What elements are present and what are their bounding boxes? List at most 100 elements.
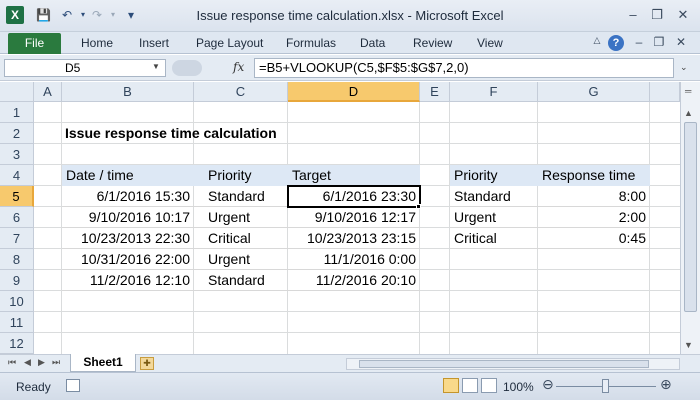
column-header-c[interactable]: C xyxy=(194,82,288,102)
table-row-divider xyxy=(450,248,650,249)
name-box[interactable]: D5 xyxy=(4,59,166,77)
restore-button[interactable]: ❐ xyxy=(648,6,666,24)
row-header-9[interactable]: 9 xyxy=(0,270,34,291)
tab-home[interactable]: Home xyxy=(81,36,113,50)
lookup-cell-priority[interactable]: Critical xyxy=(450,228,538,249)
tab-file[interactable]: File xyxy=(8,33,61,54)
zoom-out-icon[interactable]: ⊖ xyxy=(542,376,554,393)
split-handle-icon[interactable]: ═ xyxy=(685,86,691,96)
table-row-divider xyxy=(62,290,420,291)
status-text: Ready xyxy=(16,380,51,394)
row-header-3[interactable]: 3 xyxy=(0,144,34,165)
horizontal-scroll-thumb[interactable] xyxy=(359,360,649,368)
lookup-cell-response-time[interactable]: 2:00 xyxy=(538,207,650,228)
table-cell-date[interactable]: 6/1/2016 15:30 xyxy=(62,186,194,207)
column-header-f[interactable]: F xyxy=(450,82,538,102)
row-header-11[interactable]: 11 xyxy=(0,312,34,333)
sheet-tab-sheet1[interactable]: Sheet1 xyxy=(70,354,136,372)
worksheet-grid[interactable]: A B C D E F G 1 2 3 4 5 6 7 8 9 10 11 12… xyxy=(0,82,680,354)
minimize-ribbon-icon[interactable]: △ xyxy=(590,35,604,46)
prev-sheet-icon[interactable]: ◀ xyxy=(24,357,31,368)
zoom-in-icon[interactable]: ⊕ xyxy=(660,376,672,393)
row-header-8[interactable]: 8 xyxy=(0,249,34,270)
workbook-restore-button[interactable]: ❐ xyxy=(652,35,666,49)
table-cell-date[interactable]: 11/2/2016 12:10 xyxy=(62,270,194,291)
column-header-a[interactable]: A xyxy=(34,82,62,102)
row-header-7[interactable]: 7 xyxy=(0,228,34,249)
close-button[interactable]: ✕ xyxy=(674,6,692,24)
table-row-divider xyxy=(450,227,650,228)
lookup-cell-response-time[interactable]: 8:00 xyxy=(538,186,650,207)
table-cell-date[interactable]: 10/31/2016 22:00 xyxy=(62,249,194,270)
formula-bar-handle[interactable] xyxy=(172,60,202,76)
table-cell-priority[interactable]: Urgent xyxy=(194,249,288,270)
row-header-1[interactable]: 1 xyxy=(0,102,34,123)
lookup-header-response-time[interactable]: Response time xyxy=(538,165,650,186)
vertical-scrollbar[interactable]: ═ ▲ ▼ xyxy=(680,82,700,354)
table-cell-priority[interactable]: Standard xyxy=(194,270,288,291)
horizontal-scrollbar[interactable] xyxy=(346,358,680,370)
row-header-4[interactable]: 4 xyxy=(0,165,34,186)
active-cell-d5[interactable] xyxy=(287,185,421,208)
status-bar: Ready 100% ⊖ ⊕ xyxy=(0,372,700,400)
name-box-dropdown-icon[interactable]: ▼ xyxy=(152,62,160,71)
workbook-minimize-button[interactable]: – xyxy=(632,35,646,49)
next-sheet-icon[interactable]: ▶ xyxy=(38,357,45,368)
table-cell-target[interactable]: 9/10/2016 12:17 xyxy=(288,207,420,228)
header-cell-priority[interactable]: Priority xyxy=(194,165,288,186)
row-header-2[interactable]: 2 xyxy=(0,123,34,144)
table-cell-date[interactable]: 9/10/2016 10:17 xyxy=(62,207,194,228)
sheet-tab-bar: ⏮ ◀ ▶ ⏭ Sheet1 ✚ xyxy=(0,354,700,372)
column-header-b[interactable]: B xyxy=(62,82,194,102)
header-cell-date-time[interactable]: Date / time xyxy=(62,165,194,186)
table-cell-priority[interactable]: Urgent xyxy=(194,207,288,228)
first-sheet-icon[interactable]: ⏮ xyxy=(8,357,16,368)
vertical-scroll-thumb[interactable] xyxy=(684,122,697,312)
fill-handle[interactable] xyxy=(416,204,421,209)
normal-view-button[interactable] xyxy=(443,378,459,393)
table-cell-target[interactable]: 11/1/2016 0:00 xyxy=(288,249,420,270)
sheet-title-cell[interactable]: Issue response time calculation xyxy=(62,123,362,144)
lookup-cell-priority[interactable]: Standard xyxy=(450,186,538,207)
zoom-slider-thumb[interactable] xyxy=(602,379,609,393)
table-row-divider xyxy=(62,269,420,270)
formula-input[interactable]: =B5+VLOOKUP(C5,$F$5:$G$7,2,0) xyxy=(254,58,674,78)
column-header-d[interactable]: D xyxy=(288,82,420,102)
insert-sheet-icon[interactable]: ✚ xyxy=(140,357,154,370)
tab-page-layout[interactable]: Page Layout xyxy=(196,36,263,50)
column-header-g[interactable]: G xyxy=(538,82,650,102)
scroll-up-icon[interactable]: ▲ xyxy=(684,108,693,118)
tab-view[interactable]: View xyxy=(477,36,503,50)
macro-recording-icon[interactable] xyxy=(66,379,80,392)
tab-data[interactable]: Data xyxy=(360,36,385,50)
table-cell-target[interactable]: 10/23/2013 23:15 xyxy=(288,228,420,249)
table-cell-date[interactable]: 10/23/2013 22:30 xyxy=(62,228,194,249)
row-header-5[interactable]: 5 xyxy=(0,186,34,207)
row-header-6[interactable]: 6 xyxy=(0,207,34,228)
insert-function-icon[interactable]: fx xyxy=(233,60,244,74)
minimize-button[interactable]: – xyxy=(624,6,642,24)
select-all-button[interactable] xyxy=(0,82,34,102)
column-header-e[interactable]: E xyxy=(420,82,450,102)
scroll-down-icon[interactable]: ▼ xyxy=(684,340,693,350)
header-cell-target[interactable]: Target xyxy=(288,165,420,186)
last-sheet-icon[interactable]: ⏭ xyxy=(52,357,60,368)
tab-insert[interactable]: Insert xyxy=(139,36,169,50)
expand-formula-bar-icon[interactable]: ⌄ xyxy=(680,62,688,73)
table-cell-priority[interactable]: Standard xyxy=(194,186,288,207)
zoom-level[interactable]: 100% xyxy=(503,380,534,394)
row-header-12[interactable]: 12 xyxy=(0,333,34,354)
row-header-10[interactable]: 10 xyxy=(0,291,34,312)
page-layout-view-button[interactable] xyxy=(462,378,478,393)
workbook-close-button[interactable]: ✕ xyxy=(674,35,688,49)
lookup-cell-response-time[interactable]: 0:45 xyxy=(538,228,650,249)
lookup-header-priority[interactable]: Priority xyxy=(450,165,538,186)
lookup-cell-priority[interactable]: Urgent xyxy=(450,207,538,228)
table-cell-priority[interactable]: Critical xyxy=(194,228,288,249)
help-icon[interactable]: ? xyxy=(608,35,624,51)
column-header-h[interactable] xyxy=(650,82,680,102)
tab-formulas[interactable]: Formulas xyxy=(286,36,336,50)
page-break-preview-button[interactable] xyxy=(481,378,497,393)
tab-review[interactable]: Review xyxy=(413,36,452,50)
table-cell-target[interactable]: 11/2/2016 20:10 xyxy=(288,270,420,291)
